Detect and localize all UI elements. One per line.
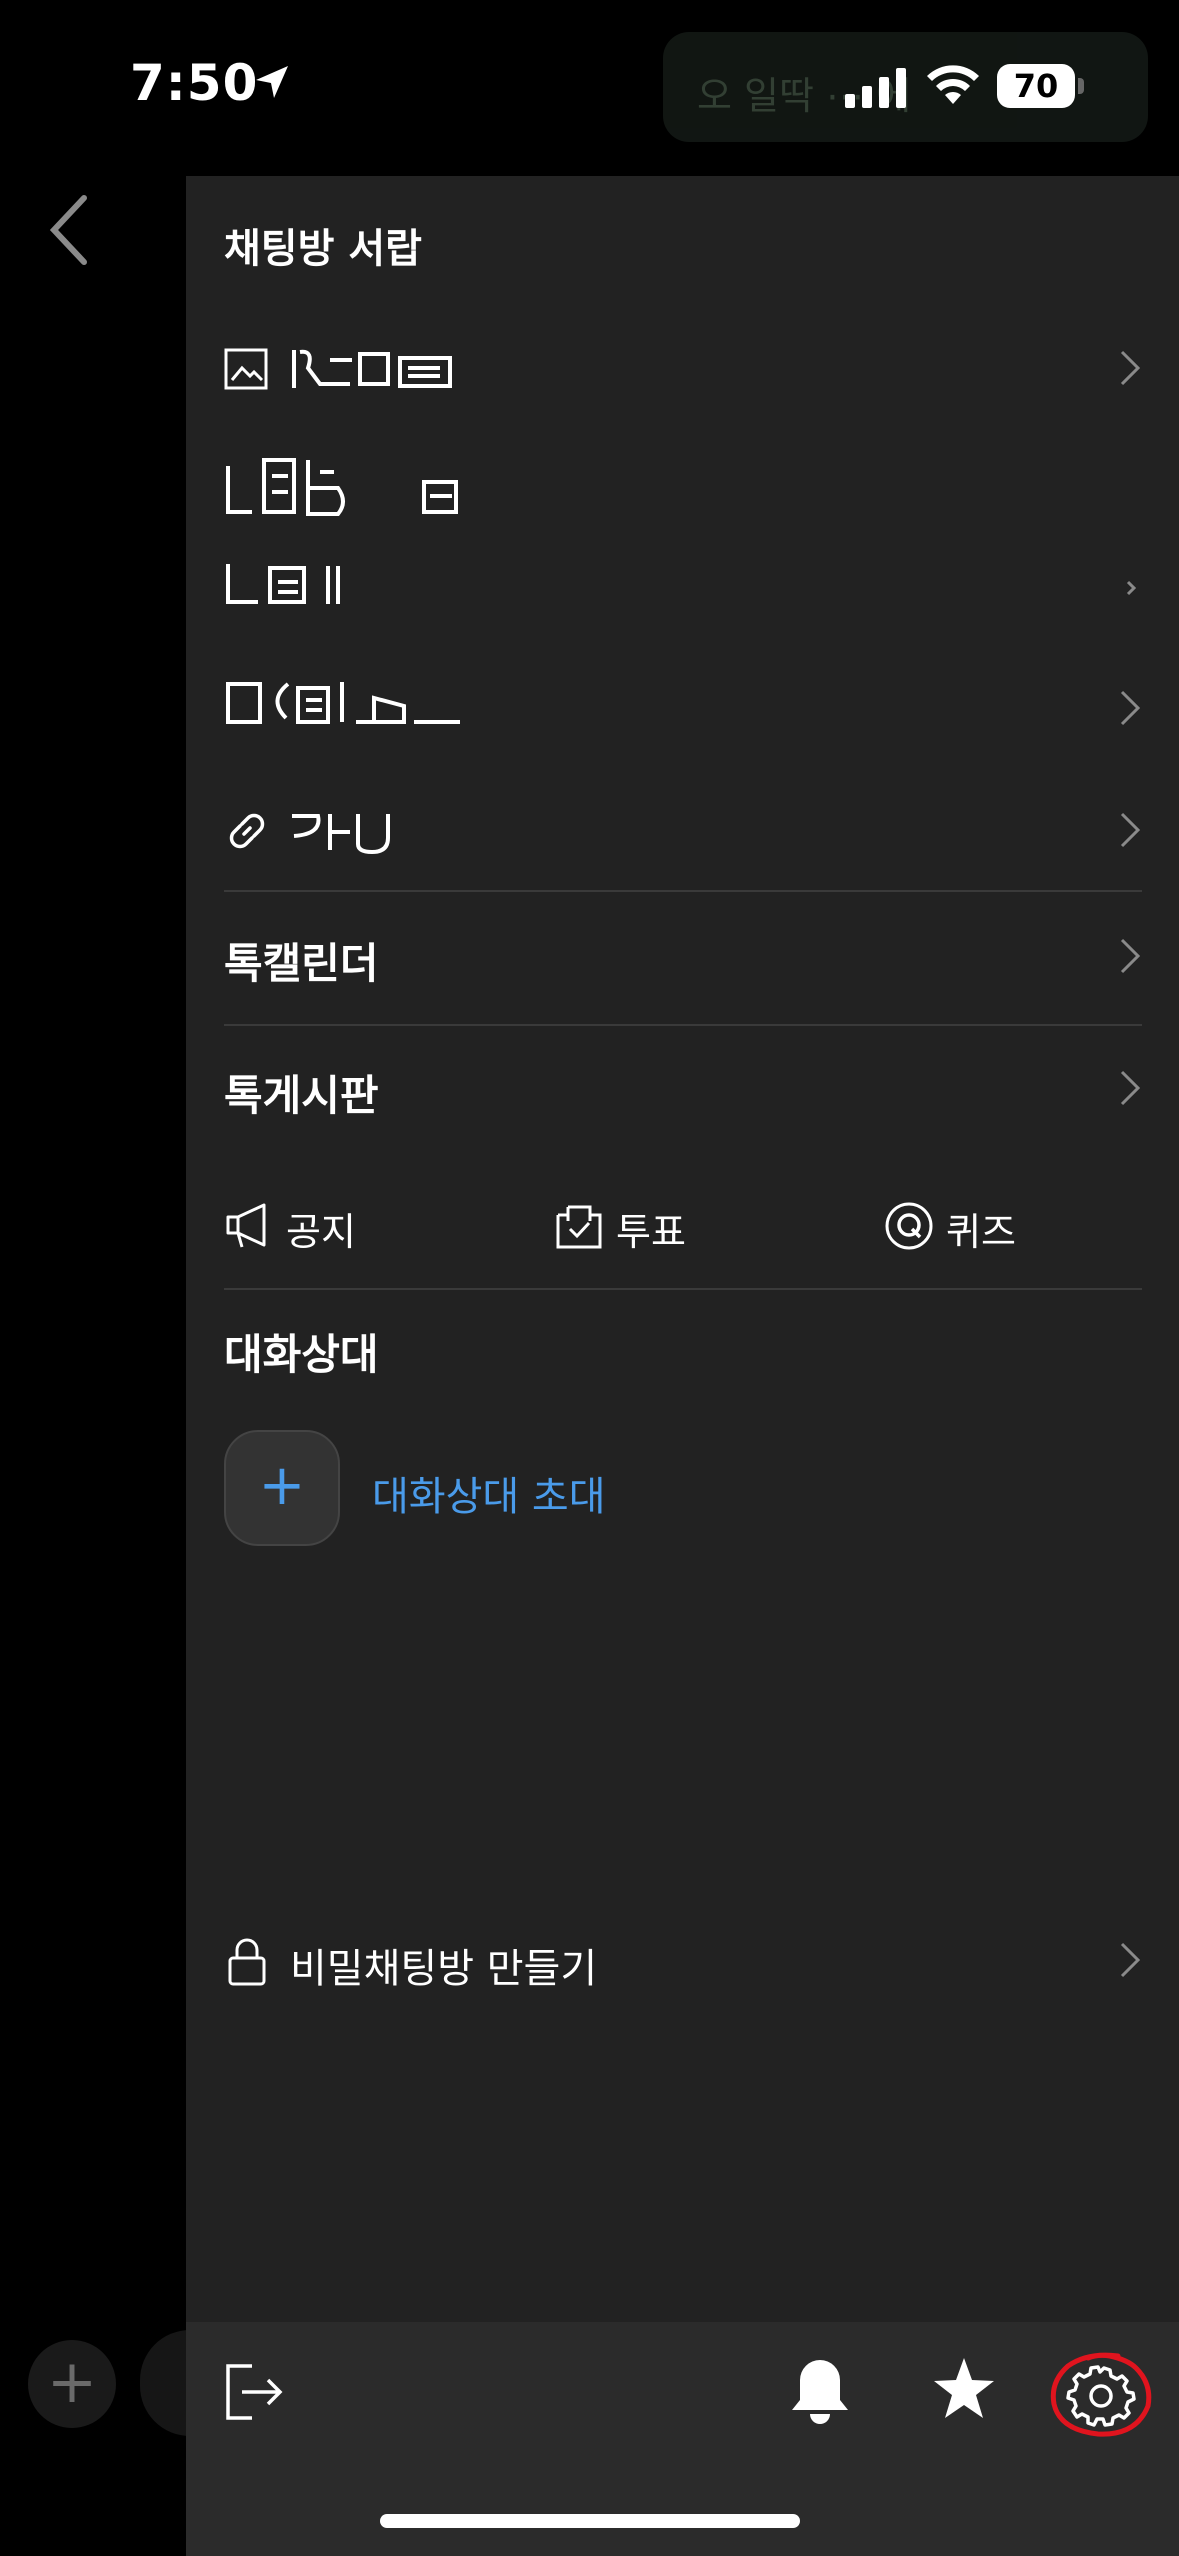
gear-icon[interactable]	[1048, 2348, 1152, 2438]
chat-attach-button[interactable]: +	[28, 2340, 116, 2428]
bell-icon[interactable]	[788, 2356, 852, 2426]
talk-board-row[interactable]: 톡게시판	[224, 1044, 1142, 1134]
wifi-icon	[927, 65, 979, 104]
drawer-row-files[interactable]	[224, 544, 1142, 634]
drawer-title: 채팅방 서랍	[224, 226, 422, 272]
chevron-right-icon	[1120, 812, 1141, 848]
obscured-label	[226, 682, 460, 724]
plus-icon: +	[258, 1453, 306, 1518]
home-indicator[interactable]	[380, 2514, 800, 2528]
exit-icon[interactable]	[222, 2360, 286, 2424]
talk-calendar-label: 톡캘린더	[224, 939, 379, 988]
lock-icon	[228, 1938, 266, 1986]
status-bar: 오 일딱 ⋯ 에 7:50 70	[0, 0, 1179, 175]
secret-chat-label: 비밀채팅방 만들기	[290, 1946, 598, 1992]
chevron-right-icon	[1120, 350, 1141, 386]
drawer-row-notes[interactable]	[224, 664, 1142, 754]
chat-room-drawer: 채팅방 서랍 톡캘린더 톡게시판 공지 투표 퀴즈 대화상대 + 대화상대 초대…	[186, 176, 1179, 2556]
invite-member-label[interactable]: 대화상대 초대	[372, 1464, 606, 1522]
back-chevron-icon[interactable]	[40, 190, 100, 270]
star-icon[interactable]	[932, 2356, 996, 2424]
notice-label: 공지	[286, 1210, 356, 1254]
divider	[224, 1288, 1142, 1290]
megaphone-icon	[226, 1203, 266, 1248]
invite-member-button[interactable]: +	[224, 1430, 340, 1546]
obscured-label	[292, 814, 390, 855]
members-title: 대화상대	[224, 1330, 379, 1379]
vote-box-icon	[556, 1205, 602, 1249]
obscured-label	[292, 349, 452, 388]
chevron-right-icon	[1120, 1070, 1141, 1106]
cellular-signal-icon	[845, 68, 906, 108]
vote-label: 투표	[616, 1210, 686, 1254]
status-time: 7:50	[130, 54, 259, 112]
divider	[224, 890, 1142, 892]
chevron-right-icon	[1126, 580, 1137, 596]
quiz-q-icon	[885, 1202, 933, 1250]
battery-tip	[1078, 78, 1084, 94]
drawer-row-links[interactable]	[224, 786, 1142, 876]
photo-icon	[224, 348, 268, 390]
chevron-right-icon	[1120, 938, 1141, 974]
obscured-label	[226, 564, 340, 604]
location-arrow-icon	[256, 66, 288, 98]
drawer-row-photos[interactable]	[224, 324, 1142, 414]
quiz-label: 퀴즈	[946, 1210, 1016, 1254]
divider	[224, 1024, 1142, 1026]
create-secret-chat-row[interactable]: 비밀채팅방 만들기	[224, 1916, 1142, 2006]
talk-calendar-row[interactable]: 톡캘린더	[224, 912, 1142, 1002]
battery-level: 70	[997, 64, 1075, 108]
chevron-right-icon	[1120, 1942, 1141, 1978]
chat-input-edge[interactable]	[140, 2330, 190, 2436]
link-icon	[229, 813, 265, 849]
talk-board-label: 톡게시판	[224, 1071, 379, 1120]
chevron-right-icon	[1120, 690, 1141, 726]
drawer-row-videos[interactable]	[224, 442, 1142, 532]
obscured-label	[226, 458, 458, 516]
